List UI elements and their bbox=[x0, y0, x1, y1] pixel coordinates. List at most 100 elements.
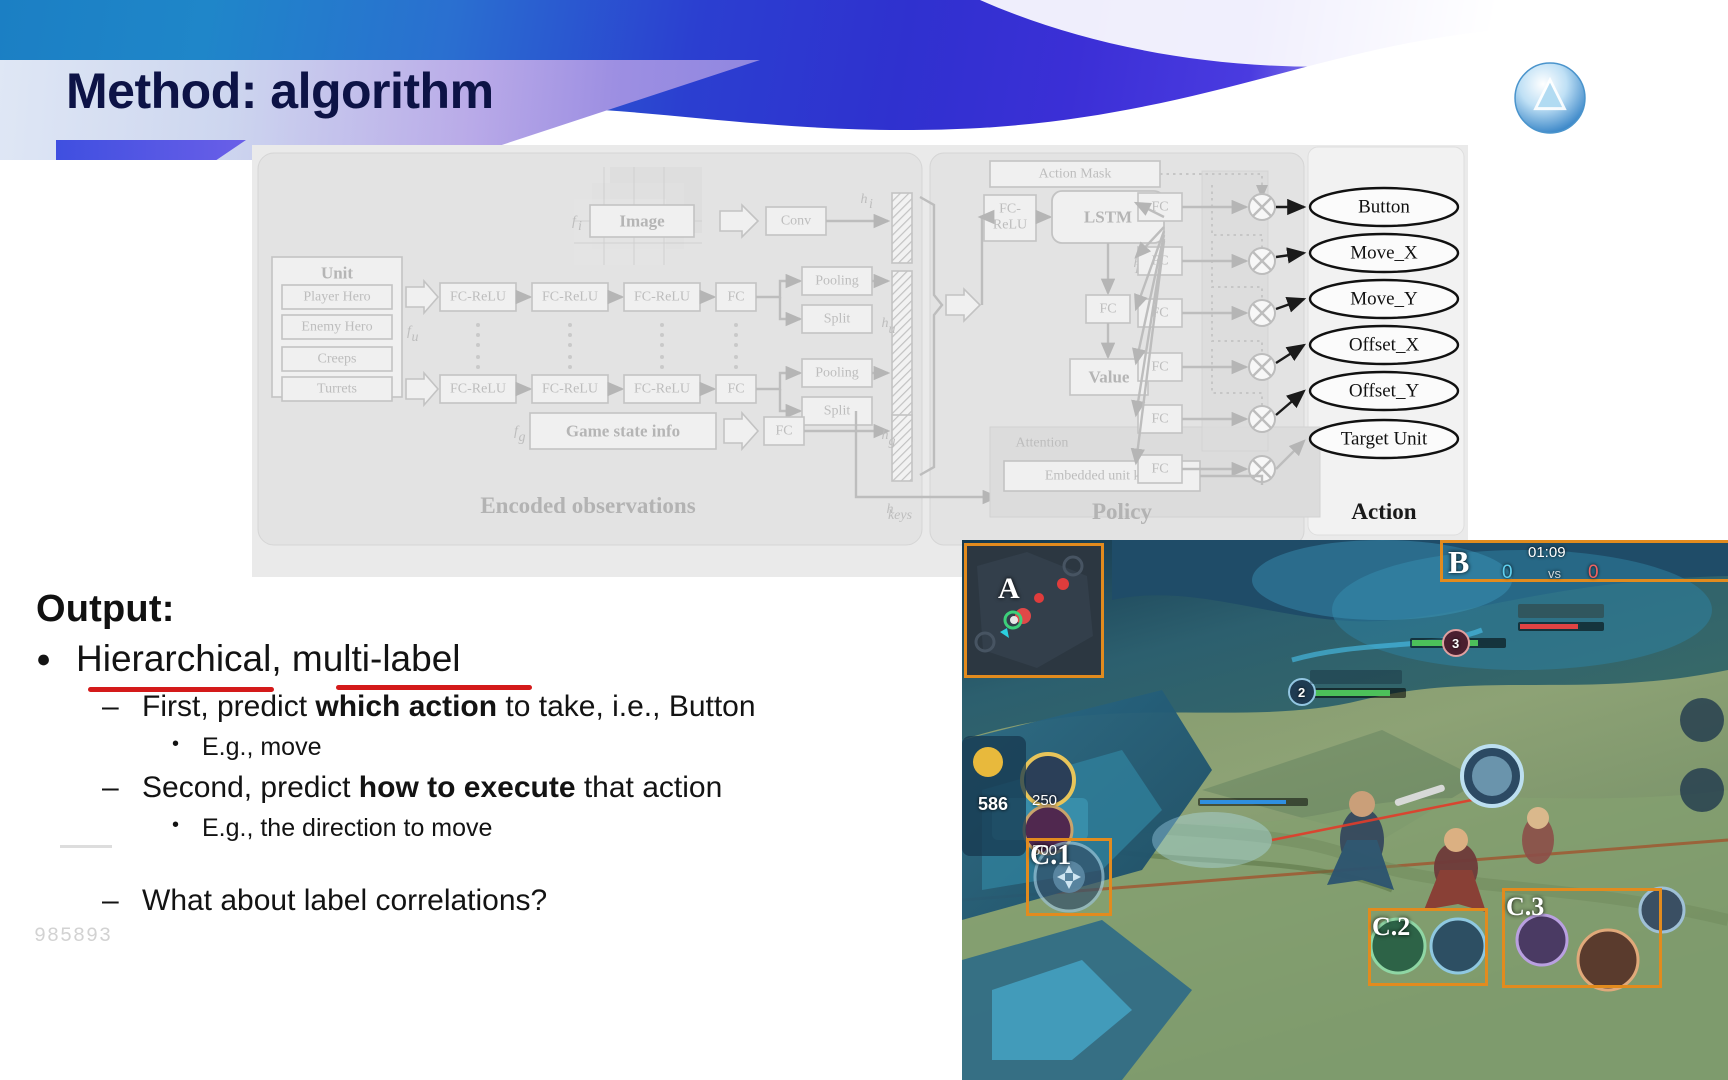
annotation-box-A-minimap bbox=[964, 543, 1104, 678]
annotation-label-B: B bbox=[1448, 544, 1470, 580]
svg-text:FC: FC bbox=[1151, 462, 1168, 477]
watermark-id: 985893 bbox=[34, 925, 113, 948]
svg-text:keys: keys bbox=[888, 508, 913, 523]
svg-text:Pooling: Pooling bbox=[815, 366, 859, 381]
hud-score-red: 0 bbox=[1588, 562, 1599, 583]
svg-text:Attention: Attention bbox=[1016, 436, 1069, 451]
hud-item-cost-1: 250 bbox=[1032, 792, 1058, 809]
svg-text:Target Unit: Target Unit bbox=[1341, 429, 1428, 450]
svg-text:FC: FC bbox=[1151, 360, 1168, 375]
svg-text:Player Hero: Player Hero bbox=[303, 290, 370, 305]
svg-text:Enemy Hero: Enemy Hero bbox=[301, 320, 372, 335]
label-correlations-text: What about label correlations? bbox=[142, 884, 548, 917]
svg-text:i: i bbox=[578, 219, 582, 234]
architecture-diagram-svg: .bx { fill:#f0f0f0; stroke:#c3c3c3; stro… bbox=[257, 146, 1465, 546]
svg-text:FC-ReLU: FC-ReLU bbox=[450, 382, 506, 397]
svg-text:FC-ReLU: FC-ReLU bbox=[634, 290, 690, 305]
banner-chip-shape bbox=[56, 140, 246, 160]
svg-text:Game state info: Game state info bbox=[566, 422, 680, 441]
svg-text:Action Mask: Action Mask bbox=[1039, 167, 1112, 182]
game-screenshot: A B 01:09 0 vs 0 586 250 500 3 2 C.1 C.2… bbox=[962, 540, 1728, 1080]
sub2-pre: Second, predict bbox=[142, 771, 359, 804]
svg-text:Creeps: Creeps bbox=[318, 352, 357, 367]
svg-text:g: g bbox=[519, 430, 526, 445]
svg-text:Split: Split bbox=[824, 404, 851, 419]
sub1-pre: First, predict bbox=[142, 690, 316, 723]
bullet-hierarchical-label: Hierarchical, multi-label bbox=[76, 638, 461, 679]
svg-text:Value: Value bbox=[1089, 368, 1130, 387]
svg-text:FC-ReLU: FC-ReLU bbox=[450, 290, 506, 305]
hud-score-vs: vs bbox=[1548, 566, 1561, 581]
svg-text:FC: FC bbox=[1151, 412, 1168, 427]
svg-text:Move_Y: Move_Y bbox=[1350, 289, 1418, 310]
svg-text:Split: Split bbox=[824, 312, 851, 327]
svg-text:Offset_Y: Offset_Y bbox=[1349, 381, 1420, 402]
caption-action: Action bbox=[1351, 499, 1416, 524]
example-direction-label: E.g., the direction to move bbox=[202, 814, 493, 842]
svg-text:i: i bbox=[869, 197, 873, 212]
svg-text:FC-: FC- bbox=[999, 202, 1021, 217]
svg-text:FC: FC bbox=[727, 382, 744, 397]
svg-text:h: h bbox=[882, 316, 889, 331]
caption-policy: Policy bbox=[1092, 499, 1153, 524]
sub1-post: to take, i.e., Button bbox=[497, 690, 756, 723]
output-heading: Output: bbox=[36, 588, 175, 630]
svg-text:g: g bbox=[889, 434, 896, 449]
svg-text:Unit: Unit bbox=[321, 264, 353, 283]
svg-text:Offset_X: Offset_X bbox=[1349, 335, 1420, 356]
architecture-diagram: .bx { fill:#f0f0f0; stroke:#c3c3c3; stro… bbox=[252, 145, 1468, 577]
sub2-post: that action bbox=[575, 771, 723, 804]
bullet-marker-level1: ● bbox=[36, 645, 52, 673]
red-underline-multilabel bbox=[336, 685, 532, 690]
example-move-label: E.g., move bbox=[202, 733, 322, 761]
svg-text:u: u bbox=[889, 322, 896, 337]
annotation-label-A: A bbox=[998, 572, 1020, 605]
sub-bullet-second-predict: – Second, predict how to execute that ac… bbox=[102, 770, 966, 806]
svg-text:Move_X: Move_X bbox=[1350, 243, 1418, 264]
sub2-text: Second, predict how to execute that acti… bbox=[142, 770, 722, 806]
dash-marker-1: – bbox=[102, 690, 119, 723]
sub-bullet-first-predict: – First, predict which action to take, i… bbox=[102, 689, 966, 725]
hud-score-blue: 0 bbox=[1502, 562, 1513, 583]
caption-encoded-observations: Encoded observations bbox=[480, 493, 695, 518]
water-drop-logo-icon bbox=[1514, 62, 1586, 134]
dot-marker-1: • bbox=[172, 733, 180, 755]
svg-text:FC: FC bbox=[727, 290, 744, 305]
svg-text:ReLU: ReLU bbox=[993, 218, 1027, 233]
svg-text:FC-ReLU: FC-ReLU bbox=[542, 290, 598, 305]
example-direction: • E.g., the direction to move bbox=[172, 813, 966, 843]
annotation-label-C1: C.1 bbox=[1030, 840, 1072, 871]
example-move: • E.g., move bbox=[172, 732, 966, 762]
svg-text:FC-ReLU: FC-ReLU bbox=[634, 382, 690, 397]
svg-text:LSTM: LSTM bbox=[1084, 208, 1132, 227]
svg-text:Pooling: Pooling bbox=[815, 274, 859, 289]
hud-level-badge-1: 3 bbox=[1452, 636, 1460, 651]
watermark-dash bbox=[60, 845, 112, 848]
output-text-block: Output: ● Hierarchical, multi-label – Fi… bbox=[36, 588, 966, 919]
svg-text:FC-ReLU: FC-ReLU bbox=[542, 382, 598, 397]
svg-text:Button: Button bbox=[1358, 197, 1410, 218]
svg-text:h: h bbox=[882, 428, 889, 443]
sub1-text: First, predict which action to take, i.e… bbox=[142, 689, 756, 725]
minimap-art bbox=[967, 546, 1101, 675]
sub2-bold: how to execute bbox=[358, 771, 576, 804]
sub-bullet-label-correlations: – What about label correlations? bbox=[102, 883, 966, 919]
svg-text:FC: FC bbox=[1099, 302, 1116, 317]
sub1-bold: which action bbox=[315, 690, 498, 723]
bullet-hierarchical-multilabel: ● Hierarchical, multi-label bbox=[36, 637, 966, 692]
svg-text:FC: FC bbox=[775, 424, 792, 439]
red-underline-hierarchical bbox=[88, 687, 274, 692]
hud-gold-amount: 586 bbox=[978, 794, 1009, 814]
annotation-label-C2: C.2 bbox=[1372, 912, 1411, 941]
annotation-box-B-scoreboard bbox=[1440, 540, 1728, 582]
svg-text:u: u bbox=[412, 330, 419, 345]
svg-text:Image: Image bbox=[619, 212, 665, 231]
svg-text:Conv: Conv bbox=[781, 214, 811, 229]
hud-timer: 01:09 bbox=[1528, 544, 1566, 561]
hud-level-badge-2: 2 bbox=[1298, 685, 1306, 700]
unit-input-group: Unit Player Hero Enemy Hero Creeps Turre… bbox=[271, 256, 403, 402]
svg-text:Turrets: Turrets bbox=[317, 382, 357, 397]
page-title: Method: algorithm bbox=[66, 63, 494, 119]
dash-marker-2: – bbox=[102, 771, 119, 804]
annotation-label-C3: C.3 bbox=[1506, 892, 1545, 921]
